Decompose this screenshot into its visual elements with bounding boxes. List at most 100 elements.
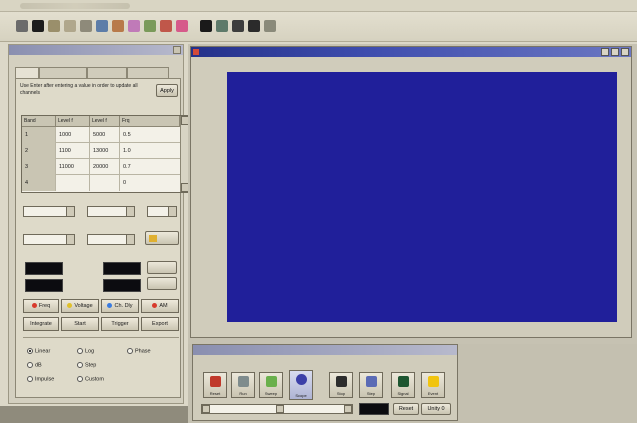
table-header[interactable]: Band [22, 116, 56, 127]
color-swatch-2[interactable] [103, 262, 141, 275]
integrate-button[interactable]: Integrate [23, 317, 59, 331]
scope-button[interactable]: Scope [289, 370, 313, 400]
table-cell[interactable]: 5000 [90, 127, 120, 143]
table-cell[interactable]: 0.7 [120, 159, 180, 175]
step-button[interactable]: Step [359, 372, 383, 398]
button-caption: Step [366, 391, 376, 396]
color-swatch-3[interactable] [25, 279, 63, 292]
palette-icon[interactable] [160, 20, 172, 32]
table-cell[interactable]: 20000 [90, 159, 120, 175]
cut-icon[interactable] [80, 20, 92, 32]
unity-button[interactable]: Unity 0 [421, 403, 451, 415]
window-select[interactable] [23, 206, 75, 217]
stop-button[interactable]: Stop [329, 372, 353, 398]
radio-log[interactable]: Log [77, 348, 94, 354]
play-icon[interactable] [216, 20, 228, 32]
freq-dot-icon [31, 303, 37, 309]
button-caption: Signal [397, 391, 409, 396]
pencil-icon[interactable] [48, 20, 60, 32]
chart-icon[interactable] [144, 20, 156, 32]
radio-step[interactable]: Step [77, 362, 96, 368]
color-button-2[interactable] [147, 277, 177, 290]
main-toolbar [0, 12, 637, 42]
radio-label: dB [35, 362, 42, 369]
minimize-icon[interactable] [601, 48, 609, 56]
display-mode-group: Linear Log Phase dB Step Impulse Custom [23, 337, 179, 395]
mode-button-voltage[interactable]: Voltage [61, 299, 99, 313]
table-row[interactable]: 4 0 [22, 175, 180, 191]
channel-select[interactable] [87, 206, 135, 217]
scroll-left-icon[interactable] [202, 405, 210, 413]
scroll-thumb[interactable] [276, 405, 284, 413]
color-swatch-4[interactable] [103, 279, 141, 292]
scale-select[interactable] [87, 234, 135, 245]
table-cell[interactable]: 1.0 [120, 143, 180, 159]
mode-button-ch-dly[interactable]: Ch. Dly [101, 299, 139, 313]
help-icon[interactable] [264, 20, 276, 32]
table-cell[interactable]: 1000 [56, 127, 90, 143]
step-icon [366, 376, 377, 387]
save-icon[interactable] [32, 20, 44, 32]
signal-button[interactable]: Signal [391, 372, 415, 398]
table-header[interactable]: Level f [56, 116, 90, 127]
maximize-icon[interactable] [611, 48, 619, 56]
radio-label: Phase [135, 348, 151, 355]
image-icon[interactable] [128, 20, 140, 32]
scope-display[interactable] [227, 72, 617, 322]
signal-scrollbar[interactable] [201, 404, 353, 414]
table-cell[interactable] [90, 175, 120, 191]
stop-icon [336, 376, 347, 387]
close-icon[interactable] [621, 48, 629, 56]
table-cell[interactable]: 11000 [56, 159, 90, 175]
table-header[interactable]: Level f [90, 116, 120, 127]
table-header[interactable]: Frq [120, 116, 180, 127]
am-dot-icon [152, 303, 158, 309]
radio-phase[interactable]: Phase [127, 348, 151, 354]
update-button[interactable] [145, 231, 179, 245]
open-icon[interactable] [16, 20, 28, 32]
event-button[interactable]: Event [421, 372, 445, 398]
record-icon[interactable] [176, 20, 188, 32]
grid-icon[interactable] [248, 20, 260, 32]
button-caption: Reset [209, 391, 221, 396]
trigger-button[interactable]: Trigger [101, 317, 139, 331]
signal-panel: Reset Run Sweep Scope Stop Step Signal E… [192, 344, 458, 421]
paste-icon[interactable] [112, 20, 124, 32]
scroll-right-icon[interactable] [344, 405, 352, 413]
radio-db[interactable]: dB [27, 362, 42, 368]
sweep-button[interactable]: Sweep [259, 372, 283, 398]
radio-linear[interactable]: Linear [27, 348, 50, 354]
mode-button-freq[interactable]: Freq [23, 299, 59, 313]
table-cell[interactable]: 0.5 [120, 127, 180, 143]
copy-icon[interactable] [96, 20, 108, 32]
table-cell: 2 [22, 143, 56, 159]
stop-icon[interactable] [200, 20, 212, 32]
radio-impulse[interactable]: Impulse [27, 376, 54, 382]
color-button-1[interactable] [147, 261, 177, 274]
level-display [359, 403, 389, 415]
reset-button[interactable]: Reset [393, 403, 419, 415]
table-row[interactable]: 2 1100 13000 1.0 [22, 143, 180, 159]
table-cell[interactable]: 1100 [56, 143, 90, 159]
range-select[interactable] [23, 234, 75, 245]
table-cell[interactable]: 13000 [90, 143, 120, 159]
scope-title-bar[interactable] [191, 47, 631, 57]
close-icon[interactable] [173, 46, 181, 54]
size-select[interactable] [147, 206, 177, 217]
voltage-dot-icon [67, 303, 73, 309]
table-cell[interactable]: 0 [120, 175, 180, 191]
table-row[interactable]: 3 11000 20000 0.7 [22, 159, 180, 175]
table-row[interactable]: 1 1000 5000 0.5 [22, 127, 180, 143]
text-icon[interactable] [64, 20, 76, 32]
apply-button[interactable]: Apply [156, 84, 178, 97]
color-swatch-1[interactable] [25, 262, 63, 275]
reset-signal-button[interactable]: Reset [203, 372, 227, 398]
table-cell[interactable] [56, 175, 90, 191]
radio-custom[interactable]: Custom [77, 376, 104, 382]
start-button[interactable]: Start [61, 317, 99, 331]
run-button[interactable]: Run [231, 372, 255, 398]
settings-icon[interactable] [232, 20, 244, 32]
export-button[interactable]: Export [141, 317, 179, 331]
mode-button-am[interactable]: AM [141, 299, 179, 313]
radio-label: Custom [85, 376, 104, 383]
